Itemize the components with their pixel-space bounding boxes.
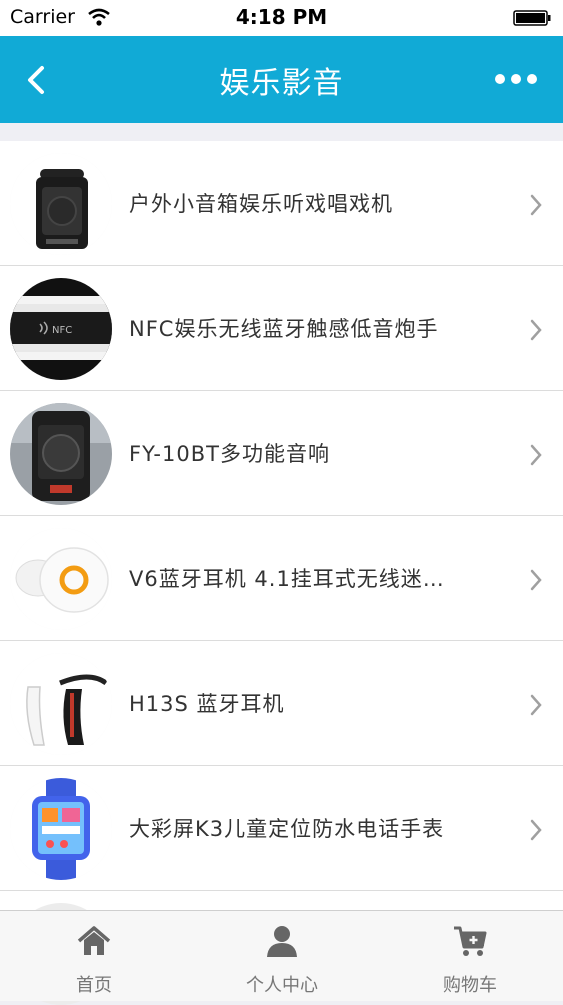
speaker-image [10,153,112,255]
headset-image [10,653,112,755]
page-title: 娱乐影音 [219,66,344,101]
product-name: H13S 蓝牙耳机 [129,692,285,716]
product-row[interactable]: V6蓝牙耳机 4.1挂耳式无线迷… [0,516,563,641]
product-list: 户外小音箱娱乐听戏唱戏机 NFC NFC娱乐无线蓝牙触感低音炮手 FY-10BT… [0,141,563,1005]
product-row[interactable]: 大彩屏K3儿童定位防水电话手表 [0,766,563,891]
product-name: NFC娱乐无线蓝牙触感低音炮手 [129,317,439,341]
tab-profile[interactable]: 个人中心 [188,911,376,1001]
chevron-right-icon [530,569,542,591]
tab-bar: 首页 个人中心 购物车 [0,910,563,1001]
product-thumbnail [10,778,112,880]
product-thumbnail [10,403,112,505]
nfc-speaker-image: NFC [10,278,112,380]
tab-label: 首页 [76,975,112,996]
cart-icon [454,926,487,956]
chevron-right-icon [530,694,542,716]
home-icon [77,926,111,955]
product-thumbnail [10,153,112,255]
user-icon [267,926,297,957]
product-name: FY-10BT多功能音响 [129,442,330,466]
status-bar: Carrier 4:18 PM [0,0,563,36]
tab-home[interactable]: 首页 [0,911,188,1001]
chevron-right-icon [530,319,542,341]
earbud-image [10,528,112,630]
product-thumbnail [10,653,112,755]
more-icon[interactable] [493,72,539,86]
chevron-right-icon [530,444,542,466]
product-name: 大彩屏K3儿童定位防水电话手表 [129,817,445,841]
nav-bar: 娱乐影音 [0,36,563,123]
product-thumbnail [10,528,112,630]
watch-image [10,778,112,880]
product-thumbnail: NFC [10,278,112,380]
chevron-right-icon [530,194,542,216]
tab-label: 个人中心 [246,975,318,996]
product-name: V6蓝牙耳机 4.1挂耳式无线迷… [129,567,445,591]
product-name: 户外小音箱娱乐听戏唱戏机 [129,192,393,216]
product-row[interactable]: FY-10BT多功能音响 [0,391,563,516]
tab-cart[interactable]: 购物车 [376,911,563,1001]
tab-label: 购物车 [443,975,497,996]
battery-icon [513,10,551,26]
pa-speaker-image [10,403,112,505]
product-row[interactable]: H13S 蓝牙耳机 [0,641,563,766]
chevron-right-icon [530,819,542,841]
product-row[interactable]: NFC NFC娱乐无线蓝牙触感低音炮手 [0,266,563,391]
product-row[interactable]: 户外小音箱娱乐听戏唱戏机 [0,141,563,266]
clock: 4:18 PM [235,5,328,29]
svg-text:NFC: NFC [52,325,72,336]
